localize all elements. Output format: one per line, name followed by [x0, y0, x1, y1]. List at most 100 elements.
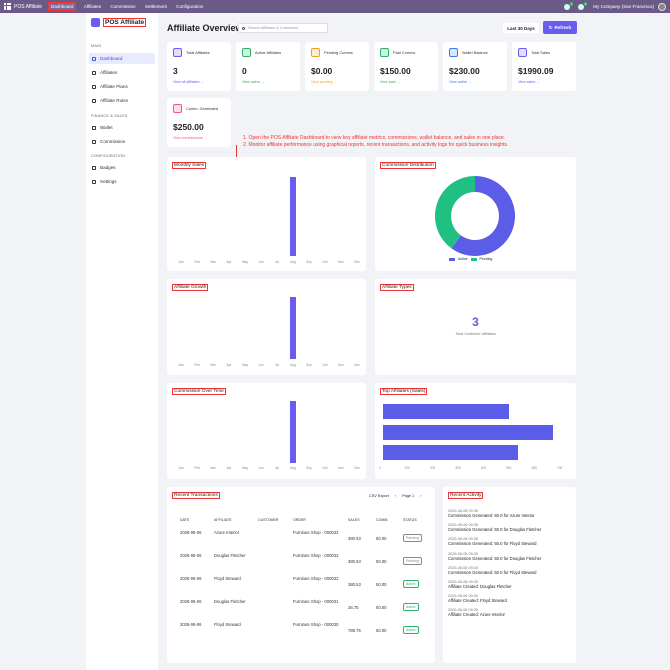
activity-item: 2026-06-06 09:35 Commission Generated: 50… — [448, 552, 541, 561]
sidebar-item-dashboard[interactable]: Dashboard — [89, 53, 155, 64]
month-tick-label: Oct — [322, 466, 328, 470]
topbar-right: 1 2 My Company (San Francisco) — [564, 1, 666, 11]
panel-title: Commission Over Time — [172, 388, 226, 395]
menu-dashboard[interactable]: Dashboard — [47, 2, 77, 11]
card-icon — [92, 139, 96, 144]
month-tick-label: Dec — [354, 466, 360, 470]
table-cell-order: Furniture Shop - 000032 — [293, 576, 339, 581]
column-header: DATE — [180, 518, 190, 522]
app-brand[interactable]: POS Affiliate — [14, 4, 42, 10]
chart-bar — [289, 177, 297, 256]
kpi-link[interactable]: View active → — [242, 80, 265, 84]
x-tick-label: 700 — [557, 466, 563, 470]
menu-configuration[interactable]: Configuration — [174, 3, 205, 10]
types-label: Total Customer affiliates — [455, 332, 496, 336]
chat-badge: 1 — [569, 1, 574, 6]
month-tick-label: Aug — [290, 466, 296, 470]
panel-title: Monthly Sales — [172, 162, 207, 169]
menu-affiliates[interactable]: Affiliates — [82, 3, 103, 10]
sidebar-item-affiliate-plans[interactable]: Affiliate Plans — [89, 81, 155, 92]
apps-grid-icon[interactable] — [4, 3, 11, 10]
month-tick-label: Mar — [210, 260, 216, 264]
kpi-label: Pending Comms — [324, 50, 353, 55]
sidebar-item-label: Dashboard — [100, 56, 123, 61]
kpi-link[interactable]: View sales → — [518, 80, 540, 84]
user-avatar[interactable] — [658, 2, 666, 11]
x-tick-label: 300 — [455, 466, 461, 470]
activity-text: Commission Generated: 50.0 for Azure Int… — [448, 513, 535, 518]
sidebar-item-wallet[interactable]: Wallet — [89, 122, 155, 133]
search-icon — [242, 26, 245, 30]
month-tick-label: Jul — [274, 466, 280, 470]
panel-title: Affiliate Types — [380, 284, 414, 291]
table-cell-order: Furniture Shop - 000031 — [293, 599, 339, 604]
page-indicator: Page 1 — [402, 494, 415, 498]
top-affiliate-bar — [383, 445, 519, 460]
next-page-icon[interactable]: › — [420, 494, 421, 498]
note-line-1: 1. Open the POS Affiliate Dashboard to v… — [243, 135, 506, 141]
monthly-sales-panel: Monthly Sales — [167, 157, 366, 271]
sidebar-item-affiliates[interactable]: Affiliates — [89, 67, 155, 78]
kpi-value: $1990.09 — [518, 66, 554, 76]
month-tick-label: Oct — [322, 260, 328, 264]
table-cell-date: 2026-06-06 — [180, 622, 202, 627]
kpi-value: 0 — [242, 66, 247, 76]
hourglass-icon — [311, 48, 320, 57]
menu-commission[interactable]: Commission — [108, 3, 137, 10]
kpi-card: Total Affiliates 3 View all affiliates → — [167, 42, 231, 91]
chart-bar — [289, 297, 297, 359]
month-tick-label: Jun — [258, 466, 264, 470]
kpi-link[interactable]: View all affiliates → — [173, 80, 204, 84]
kpi-label: Total Sales — [531, 50, 551, 55]
menu-settlement[interactable]: Settlement — [143, 3, 169, 10]
table-cell-affiliate: Floyd Steward — [214, 576, 241, 581]
panel-title: Top Affiliates (Sales) — [380, 388, 428, 395]
section-config: CONFIGURATION — [91, 154, 126, 158]
kpi-label: Total Affiliates — [186, 50, 210, 55]
chat-icon[interactable]: 1 — [564, 1, 574, 10]
activity-item: 2026-06-06 09:36 Commission Generated: 50… — [448, 537, 536, 546]
x-tick-label: 600 — [531, 466, 537, 470]
csv-export-button[interactable]: CSV Export — [369, 494, 389, 498]
kpi-value: $250.00 — [173, 122, 204, 132]
sidebar-item-commission[interactable]: Commission — [89, 136, 155, 147]
refresh-icon: ↻ — [548, 24, 553, 30]
month-tick-label: Jul — [274, 260, 280, 264]
panel-title: Recent Activity — [448, 492, 484, 499]
column-header: COMM. — [376, 518, 389, 522]
month-tick-label: Apr — [226, 260, 232, 264]
activity-item: 2026-06-06 09:36 Commission Generated: 50… — [448, 523, 541, 532]
month-tick-label: Aug — [290, 363, 296, 367]
search-input[interactable]: Search Affiliates & Customers — [238, 23, 328, 33]
types-count: 3 — [472, 315, 479, 329]
kpi-link[interactable]: View pending → — [311, 80, 337, 84]
activity-item: 2026-06-06 09:30 Affiliate Created: Floyd… — [448, 594, 507, 603]
legend-active: Active — [458, 257, 468, 261]
month-tick-label: Jan — [178, 466, 184, 470]
kpi-link[interactable]: View paid → — [380, 80, 400, 84]
activity-clock-icon[interactable]: 2 — [578, 1, 588, 10]
check-icon — [242, 48, 251, 57]
prev-page-icon[interactable]: ‹ — [395, 494, 396, 498]
activity-item: 2026-06-06 09:30 Affiliate Created: Dougl… — [448, 580, 512, 589]
sidebar-item-label: Settings — [100, 179, 117, 184]
sidebar-item-settings[interactable]: Settings — [89, 176, 155, 187]
kpi-label: Active Affiliates — [255, 50, 282, 55]
table-cell-affiliate: Douglas Fletcher — [214, 553, 246, 558]
kpi-link[interactable]: View wallet → — [449, 80, 472, 84]
sidebar-item-badges[interactable]: Badges — [89, 162, 155, 173]
table-cell-date: 2026-06-06 — [180, 530, 202, 535]
company-switcher[interactable]: My Company (San Francisco) — [593, 4, 654, 9]
tag-icon — [92, 84, 96, 89]
sidebar-item-affiliate-rules[interactable]: Affiliate Rules — [89, 95, 155, 106]
kpi-link[interactable]: View commissions → — [173, 136, 207, 140]
activity-item: 2026-06-06 09:36 Commission Generated: 50… — [448, 509, 535, 518]
month-tick-label: Feb — [194, 260, 200, 264]
activity-item: 2026-06-06 09:30 Affiliate Created: Azure… — [448, 608, 505, 617]
kpi-label: Wallet Balance — [462, 50, 488, 55]
kpi-label: Paid Comms — [393, 50, 416, 55]
date-range-select[interactable]: Last 30 Days — [503, 23, 539, 33]
gear-icon — [92, 179, 96, 184]
refresh-button[interactable]: ↻ Refresh — [543, 21, 577, 34]
column-header: ORDER — [293, 518, 306, 522]
